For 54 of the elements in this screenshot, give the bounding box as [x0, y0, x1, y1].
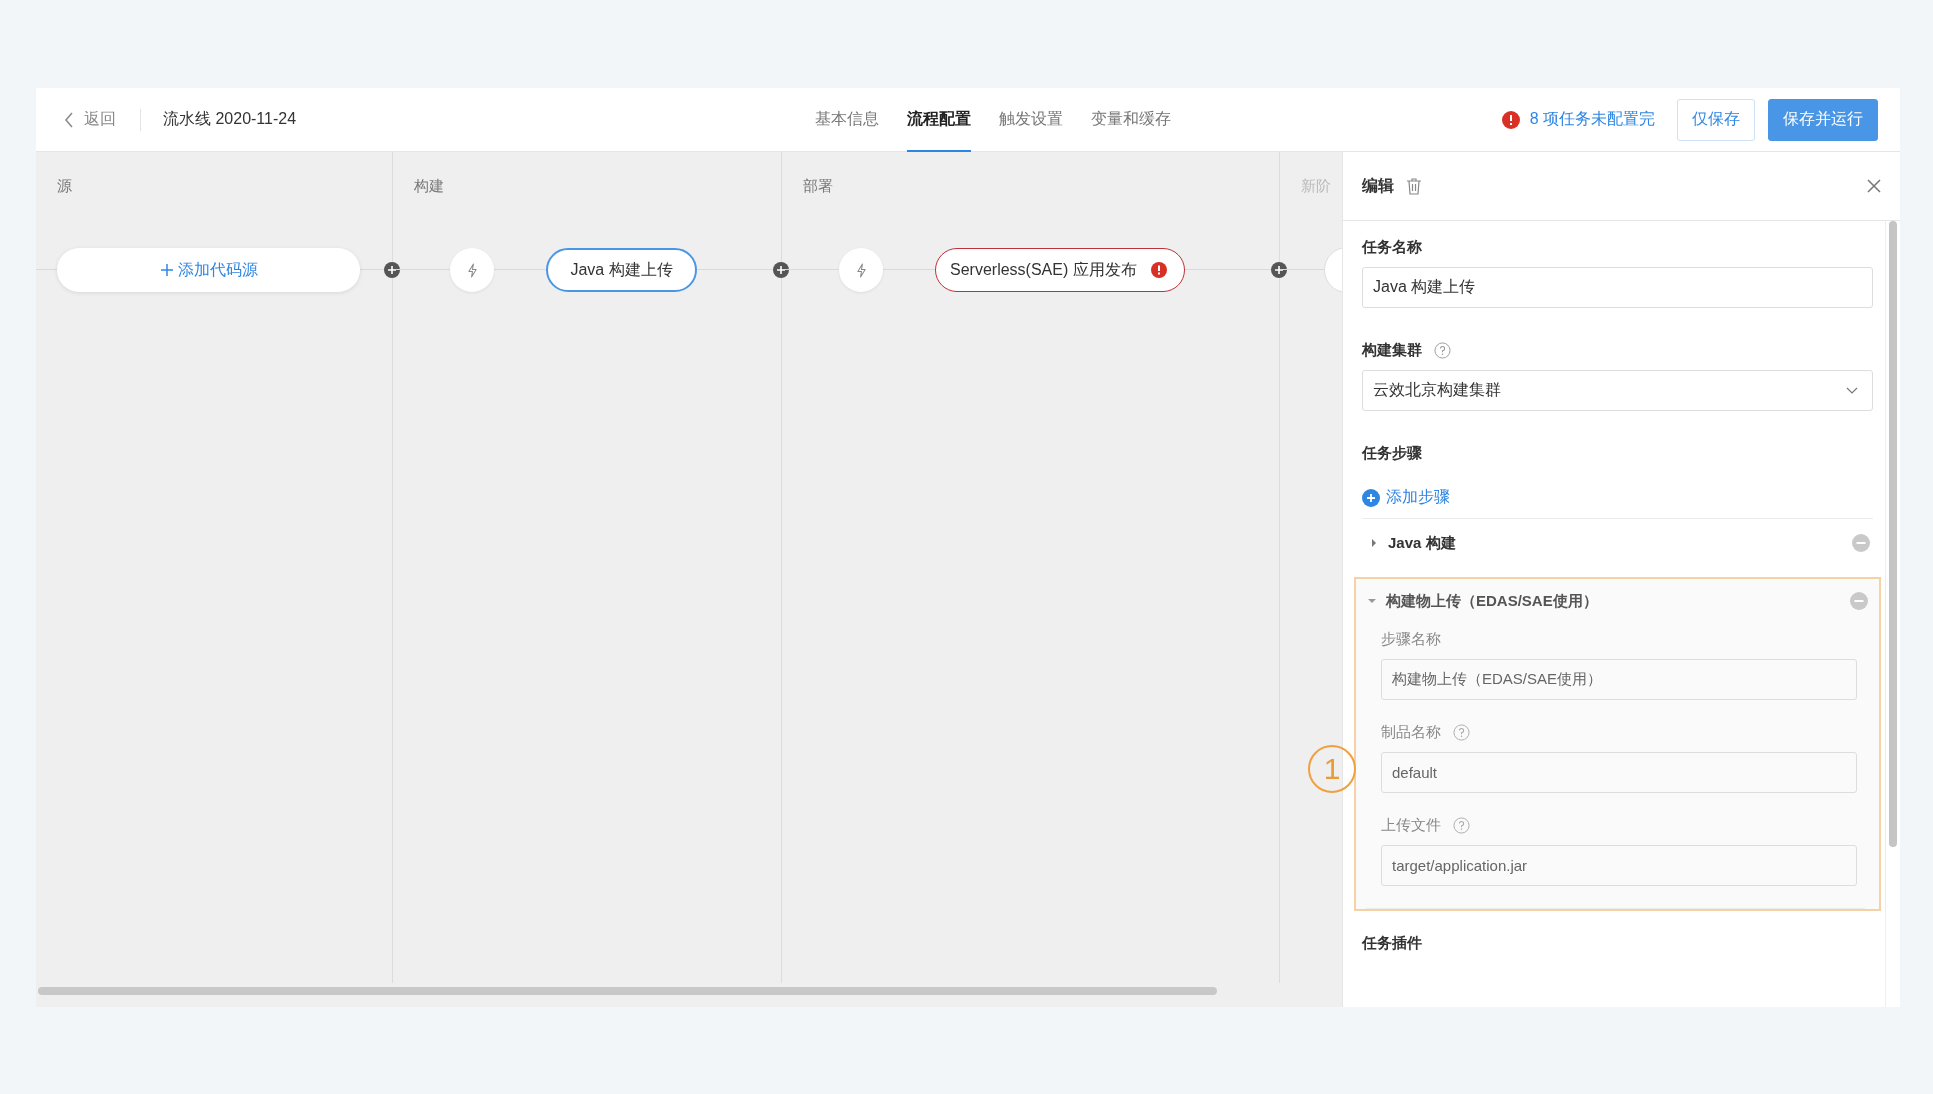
back-link[interactable]: 返回 — [64, 109, 116, 130]
field-label: 任务步骤 — [1362, 443, 1422, 463]
help-icon[interactable] — [1453, 723, 1470, 741]
step-title[interactable]: 构建物上传（EDAS/SAE使用） — [1386, 591, 1598, 611]
input-field[interactable]: default — [1381, 752, 1857, 793]
cluster-select[interactable]: 云效北京构建集群 — [1362, 370, 1873, 411]
lightning-icon[interactable] — [855, 262, 867, 278]
field-label: 任务插件 — [1362, 933, 1422, 953]
stage-title: 部署 — [802, 176, 834, 196]
back-icon[interactable] — [64, 111, 74, 128]
scrollbar-thumb[interactable] — [38, 987, 1217, 995]
panel-title: 编辑 — [1362, 175, 1394, 196]
tab[interactable]: 基本信息 — [815, 87, 879, 152]
trigger-node[interactable] — [839, 248, 883, 292]
input-field[interactable]: target/application.jar — [1381, 845, 1857, 886]
save-button[interactable]: 仅保存 — [1677, 98, 1755, 141]
warning-link[interactable]: 8 项任务未配置完 — [1529, 109, 1655, 130]
lightning-icon[interactable] — [466, 262, 478, 278]
expand-icon[interactable] — [1370, 539, 1378, 547]
help-icon[interactable] — [1453, 816, 1470, 834]
stage-title: 构建 — [413, 176, 445, 196]
error-icon — [1501, 110, 1520, 129]
error-icon — [1150, 262, 1167, 278]
step-title[interactable]: Java 构建 — [1388, 533, 1456, 553]
stage-title: 源 — [56, 176, 73, 196]
job-node[interactable]: Java 构建上传 — [546, 248, 697, 292]
field-label: 制品名称 — [1381, 722, 1441, 742]
chevron-down-icon[interactable] — [1846, 386, 1858, 395]
field-label: 构建集群 — [1362, 340, 1422, 360]
plus-icon[interactable] — [159, 263, 174, 277]
add-step-link[interactable]: 添加步骤 — [1362, 487, 1873, 519]
add-icon[interactable] — [1271, 262, 1287, 278]
remove-icon[interactable] — [1850, 592, 1868, 610]
task-name-field[interactable]: Java 构建上传 — [1362, 267, 1873, 308]
tab[interactable]: 触发设置 — [999, 87, 1063, 152]
job-node[interactable]: Serverless(SAE) 应用发布 — [935, 248, 1185, 292]
help-icon[interactable] — [1434, 341, 1451, 359]
save-run-button[interactable]: 保存并运行 — [1768, 98, 1878, 141]
field-label: 步骤名称 — [1381, 629, 1441, 649]
field-label: 任务名称 — [1362, 237, 1422, 257]
remove-icon[interactable] — [1852, 534, 1870, 552]
add-icon[interactable] — [1362, 488, 1380, 507]
trash-icon[interactable] — [1406, 177, 1422, 195]
input-field[interactable]: 构建物上传（EDAS/SAE使用） — [1381, 659, 1857, 700]
expand-icon[interactable] — [1368, 597, 1376, 605]
add-source-button[interactable]: 添加代码源 — [57, 248, 360, 292]
field-label: 上传文件 — [1381, 815, 1441, 835]
scrollbar-thumb[interactable] — [1889, 221, 1897, 847]
trigger-node[interactable] — [450, 248, 494, 292]
tab[interactable]: 变量和缓存 — [1091, 87, 1171, 152]
add-icon[interactable] — [384, 262, 400, 278]
pipeline-title: 流水线 2020-11-24 — [163, 109, 297, 129]
add-icon[interactable] — [773, 262, 789, 278]
close-icon[interactable] — [1866, 178, 1882, 194]
